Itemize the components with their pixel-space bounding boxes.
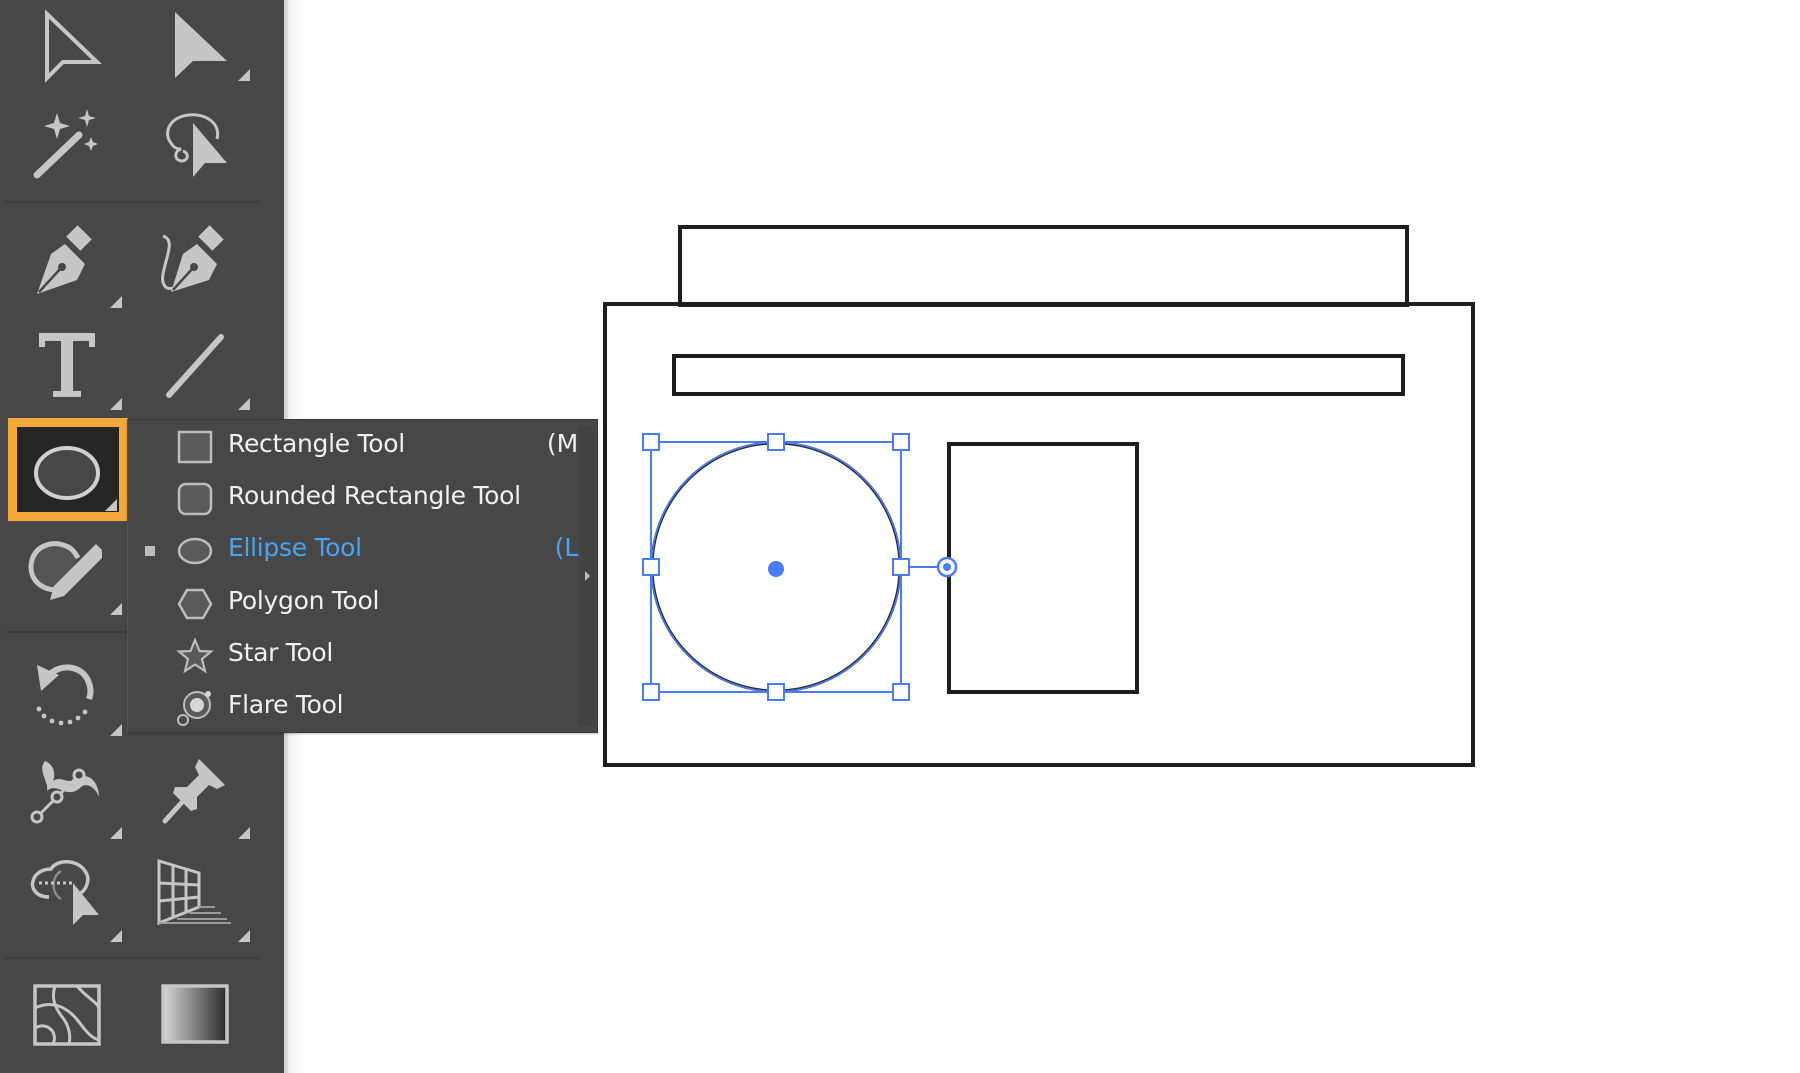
handle-bottom-middle[interactable]	[767, 683, 785, 701]
handle-bottom-left[interactable]	[642, 683, 660, 701]
tear-off-handle[interactable]	[579, 426, 595, 726]
menu-item-ellipse-tool[interactable]: Ellipse Tool (L)	[128, 525, 588, 577]
handle-middle-right[interactable]	[892, 558, 910, 576]
menu-item-flare-tool[interactable]: Flare Tool	[128, 682, 578, 734]
header-bar-rectangle[interactable]	[672, 354, 1405, 396]
menu-item-rounded-rectangle-tool[interactable]: Rounded Rectangle Tool	[128, 473, 578, 525]
menu-item-label: Star Tool	[228, 638, 334, 667]
polygon-icon	[176, 585, 214, 623]
outer-rectangle[interactable]	[603, 302, 1475, 767]
star-icon	[176, 637, 214, 675]
handle-bottom-right[interactable]	[892, 683, 910, 701]
tear-off-arrow-icon	[585, 571, 590, 581]
menu-item-label: Rectangle Tool	[228, 429, 405, 458]
menu-item-label: Ellipse Tool	[228, 533, 362, 562]
rounded-rectangle-icon	[176, 480, 214, 518]
rectangle-icon	[176, 428, 214, 466]
flare-icon	[176, 689, 214, 727]
menu-item-label: Flare Tool	[228, 690, 344, 719]
menu-item-rectangle-tool[interactable]: Rectangle Tool (M)	[128, 421, 588, 473]
live-corner-widget-dot	[943, 563, 951, 571]
menu-item-label: Polygon Tool	[228, 586, 380, 615]
menu-item-polygon-tool[interactable]: Polygon Tool	[128, 578, 578, 630]
current-tool-bullet-icon	[145, 546, 155, 556]
handle-top-middle[interactable]	[767, 433, 785, 451]
handle-top-left[interactable]	[642, 433, 660, 451]
top-tab-rectangle[interactable]	[678, 225, 1409, 307]
handle-top-right[interactable]	[892, 433, 910, 451]
center-point	[768, 561, 784, 577]
menu-item-star-tool[interactable]: Star Tool	[128, 630, 578, 682]
ellipse-icon	[176, 532, 214, 570]
menu-item-label: Rounded Rectangle Tool	[228, 481, 521, 510]
handle-middle-left[interactable]	[642, 558, 660, 576]
side-rectangle[interactable]	[947, 442, 1139, 694]
shape-tools-flyout: Rectangle Tool (M) Rounded Rectangle Too…	[127, 419, 598, 733]
